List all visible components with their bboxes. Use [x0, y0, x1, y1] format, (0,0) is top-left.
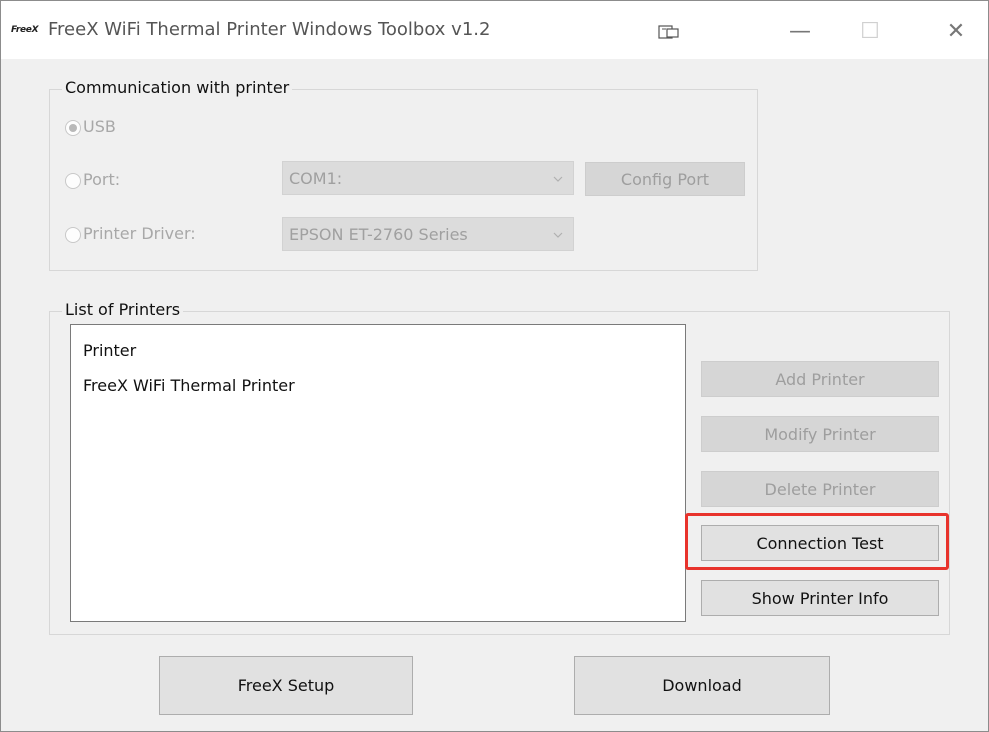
port-radio[interactable] — [65, 173, 81, 189]
minimize-button[interactable]: — — [777, 13, 823, 49]
printers-legend: List of Printers — [62, 300, 184, 319]
list-item[interactable]: FreeX WiFi Thermal Printer — [83, 376, 295, 395]
port-select[interactable]: COM1: — [282, 161, 574, 195]
maximize-icon: ☐ — [860, 18, 880, 44]
modify-printer-label: Modify Printer — [764, 424, 876, 444]
add-printer-button[interactable]: Add Printer — [701, 361, 939, 397]
show-printer-info-label: Show Printer Info — [751, 588, 889, 608]
tablet-mode-icon[interactable] — [658, 25, 680, 39]
freex-setup-label: FreeX Setup — [237, 676, 335, 695]
toolbox-window: FreeX FreeX WiFi Thermal Printer Windows… — [0, 0, 989, 732]
close-button[interactable]: ✕ — [933, 13, 979, 49]
config-port-label: Config Port — [620, 169, 710, 189]
list-item[interactable]: Printer — [83, 341, 136, 360]
printer-list[interactable]: Printer FreeX WiFi Thermal Printer — [70, 324, 686, 622]
app-logo: FreeX — [11, 25, 39, 35]
delete-printer-button[interactable]: Delete Printer — [701, 471, 939, 507]
communication-legend: Communication with printer — [62, 78, 293, 97]
port-select-value: COM1: — [289, 169, 343, 188]
highlight-annotation — [685, 513, 949, 570]
freex-setup-button[interactable]: FreeX Setup — [159, 656, 413, 715]
modify-printer-button[interactable]: Modify Printer — [701, 416, 939, 452]
usb-label: USB — [83, 117, 116, 136]
printer-driver-select-value: EPSON ET-2760 Series — [289, 225, 468, 244]
config-port-button[interactable]: Config Port — [585, 162, 745, 196]
printer-driver-label: Printer Driver: — [83, 224, 196, 243]
chevron-down-icon — [553, 232, 563, 238]
port-label: Port: — [83, 170, 121, 189]
title-bar[interactable]: FreeX FreeX WiFi Thermal Printer Windows… — [1, 1, 988, 59]
minimize-icon: — — [789, 18, 811, 44]
window-title: FreeX WiFi Thermal Printer Windows Toolb… — [48, 19, 491, 40]
usb-radio[interactable] — [65, 120, 81, 136]
chevron-down-icon — [553, 176, 563, 182]
delete-printer-label: Delete Printer — [764, 479, 876, 499]
download-button[interactable]: Download — [574, 656, 830, 715]
add-printer-label: Add Printer — [775, 369, 865, 389]
maximize-button[interactable]: ☐ — [847, 13, 893, 49]
download-label: Download — [662, 676, 742, 695]
close-icon: ✕ — [946, 18, 966, 44]
printer-driver-select[interactable]: EPSON ET-2760 Series — [282, 217, 574, 251]
show-printer-info-button[interactable]: Show Printer Info — [701, 580, 939, 616]
printer-driver-radio[interactable] — [65, 227, 81, 243]
